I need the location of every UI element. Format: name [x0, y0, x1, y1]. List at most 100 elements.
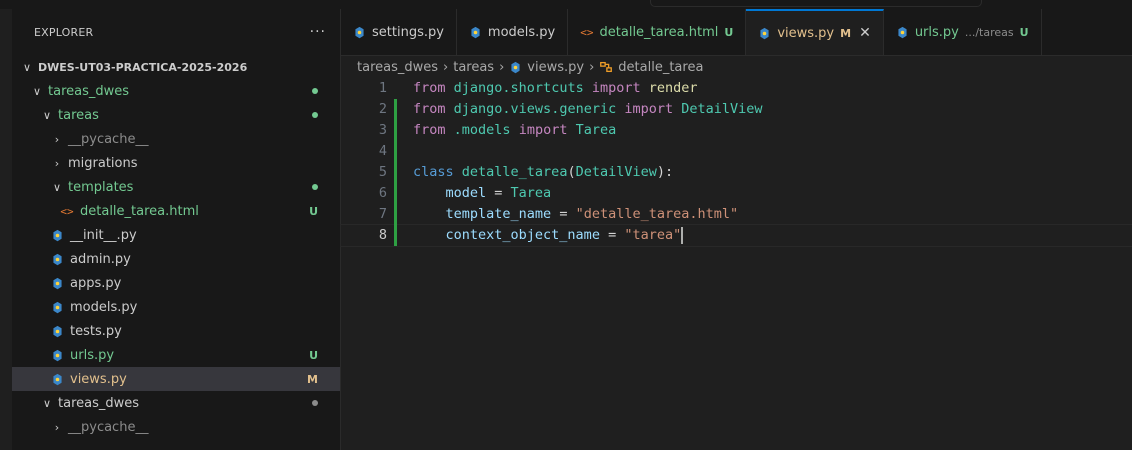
python-file-icon	[52, 253, 62, 265]
code-text: model = Tarea	[445, 185, 552, 201]
line-number: 3	[378, 122, 387, 138]
tab-views-py[interactable]: views.py M ✕	[746, 9, 884, 55]
line-number: 6	[378, 185, 387, 201]
line-number: 8	[378, 227, 387, 243]
code-line[interactable]: 1 from django.shortcuts import render	[341, 78, 1132, 99]
tree-file[interactable]: <> detalle_tarea.html U	[12, 199, 340, 223]
close-icon[interactable]: ✕	[859, 25, 871, 41]
line-number: 2	[378, 101, 387, 117]
tab-detalle-tarea-html[interactable]: <> detalle_tarea.html U	[568, 9, 747, 55]
breadcrumb-item[interactable]: views.py	[509, 60, 584, 75]
git-added-marker	[394, 141, 397, 162]
tab-label: detalle_tarea.html	[599, 24, 719, 40]
python-file-icon	[52, 277, 62, 289]
tree-folder[interactable]: › migrations	[12, 151, 340, 175]
line-number: 1	[378, 80, 387, 96]
gutter	[391, 183, 413, 204]
tree-folder[interactable]: › __pycache__	[12, 127, 340, 151]
modified-dot-icon	[312, 184, 318, 190]
code-line[interactable]: 2 from django.views.generic import Detail…	[341, 99, 1132, 120]
code-editor[interactable]: 1 from django.shortcuts import render 2 fro…	[340, 78, 1132, 247]
gutter	[391, 99, 413, 120]
more-actions-icon[interactable]: ···	[310, 24, 326, 40]
code-line[interactable]: 6 model = Tarea	[341, 183, 1132, 204]
git-added-marker	[394, 225, 397, 246]
html-file-icon: <>	[60, 204, 74, 218]
breadcrumb-item[interactable]: tareas	[453, 60, 494, 75]
tree-file[interactable]: admin.py	[12, 247, 340, 271]
tree-item-label: migrations	[68, 155, 138, 171]
chevron-down-icon: ∨	[42, 396, 52, 410]
editor-tabs: settings.py models.py <> detalle_tarea.html…	[341, 9, 1132, 56]
tab-urls-py[interactable]: urls.py .../tareas U	[884, 9, 1042, 55]
git-added-marker	[394, 99, 397, 120]
breadcrumb-separator-icon: ›	[589, 59, 595, 75]
git-status-badge: U	[309, 348, 318, 362]
tree-file[interactable]: __init__.py	[12, 223, 340, 247]
tree-item-label: tareas	[58, 107, 99, 123]
html-file-icon: <>	[580, 25, 594, 39]
code-text: context_object_name = "tarea"	[445, 226, 684, 244]
gutter	[391, 78, 413, 99]
python-file-icon	[511, 61, 520, 73]
tree-item-label: __pycache__	[68, 419, 149, 435]
gutter	[391, 204, 413, 225]
tree-file[interactable]: apps.py	[12, 271, 340, 295]
code-text: template_name = "detalle_tarea.html"	[445, 206, 739, 222]
command-center[interactable]	[650, 0, 982, 7]
git-status-badge: U	[309, 204, 318, 218]
code-line[interactable]: 7 template_name = "detalle_tarea.html"	[341, 204, 1132, 225]
breadcrumb-item[interactable]: detalle_tarea	[599, 60, 703, 75]
python-file-icon	[355, 26, 364, 38]
tree-file[interactable]: models.py	[12, 295, 340, 319]
code-line[interactable]: 4	[341, 141, 1132, 162]
tree-folder[interactable]: ∨ tareas_dwes	[12, 79, 340, 103]
tree-folder[interactable]: ∨ templates	[12, 175, 340, 199]
tree-item-label: apps.py	[70, 275, 122, 291]
python-file-icon	[471, 26, 480, 38]
code-text: class detalle_tarea(DetailView):	[413, 164, 674, 180]
chevron-down-icon: ∨	[42, 108, 52, 122]
code-text: from django.views.generic import DetailV…	[413, 101, 763, 117]
tree-item-label: __init__.py	[70, 227, 137, 243]
tab-models-py[interactable]: models.py	[457, 9, 569, 55]
tree-folder[interactable]: › __pycache__	[12, 415, 340, 439]
tree-root-folder[interactable]: ∨ DWES-UT03-PRACTICA-2025-2026	[12, 55, 340, 79]
tab-label: views.py	[777, 25, 835, 41]
code-line[interactable]: 5 class detalle_tarea(DetailView):	[341, 162, 1132, 183]
tree-file[interactable]: views.py M	[12, 367, 340, 391]
breadcrumb-separator-icon: ›	[499, 59, 505, 75]
python-file-icon	[52, 373, 62, 385]
tree-item-label: templates	[68, 179, 134, 195]
tab-label: settings.py	[372, 24, 444, 40]
tree-file[interactable]: tests.py	[12, 319, 340, 343]
chevron-down-icon: ∨	[32, 84, 42, 98]
tab-label: urls.py	[914, 24, 959, 40]
tree-folder[interactable]: ∨ tareas_dwes	[12, 391, 340, 415]
chevron-right-icon: ›	[54, 420, 60, 434]
python-file-icon	[760, 27, 769, 39]
code-line[interactable]: 8 context_object_name = "tarea"	[340, 224, 1132, 247]
modified-dot-icon	[312, 400, 318, 406]
git-added-marker	[394, 162, 397, 183]
tree-item-label: admin.py	[70, 251, 131, 267]
line-number: 7	[378, 206, 387, 222]
breadcrumb: tareas_dwes › tareas › views.py › detalle_tare…	[341, 56, 1132, 78]
breadcrumb-item[interactable]: tareas_dwes	[357, 60, 438, 75]
editor-area: settings.py models.py <> detalle_tarea.html…	[340, 9, 1132, 450]
tab-label: models.py	[487, 24, 556, 40]
tree-folder[interactable]: ∨ tareas	[12, 103, 340, 127]
chevron-right-icon: ›	[54, 156, 60, 170]
python-file-icon	[52, 349, 62, 361]
code-line[interactable]: 3 from .models import Tarea	[341, 120, 1132, 141]
explorer-sidebar: EXPLORER ··· ∨ DWES-UT03-PRACTICA-2025-20…	[12, 9, 341, 450]
tab-settings-py[interactable]: settings.py	[341, 9, 457, 55]
class-symbol-icon	[600, 61, 613, 73]
tree-item-label: __pycache__	[68, 131, 149, 147]
code-text: from django.shortcuts import render	[413, 80, 698, 96]
file-tree: ∨ DWES-UT03-PRACTICA-2025-2026 ∨ tareas_dwe…	[12, 55, 340, 439]
tree-file[interactable]: urls.py U	[12, 343, 340, 367]
tree-item-label: views.py	[70, 371, 127, 387]
tree-item-label: detalle_tarea.html	[80, 203, 199, 219]
tree-item-label: urls.py	[70, 347, 115, 363]
